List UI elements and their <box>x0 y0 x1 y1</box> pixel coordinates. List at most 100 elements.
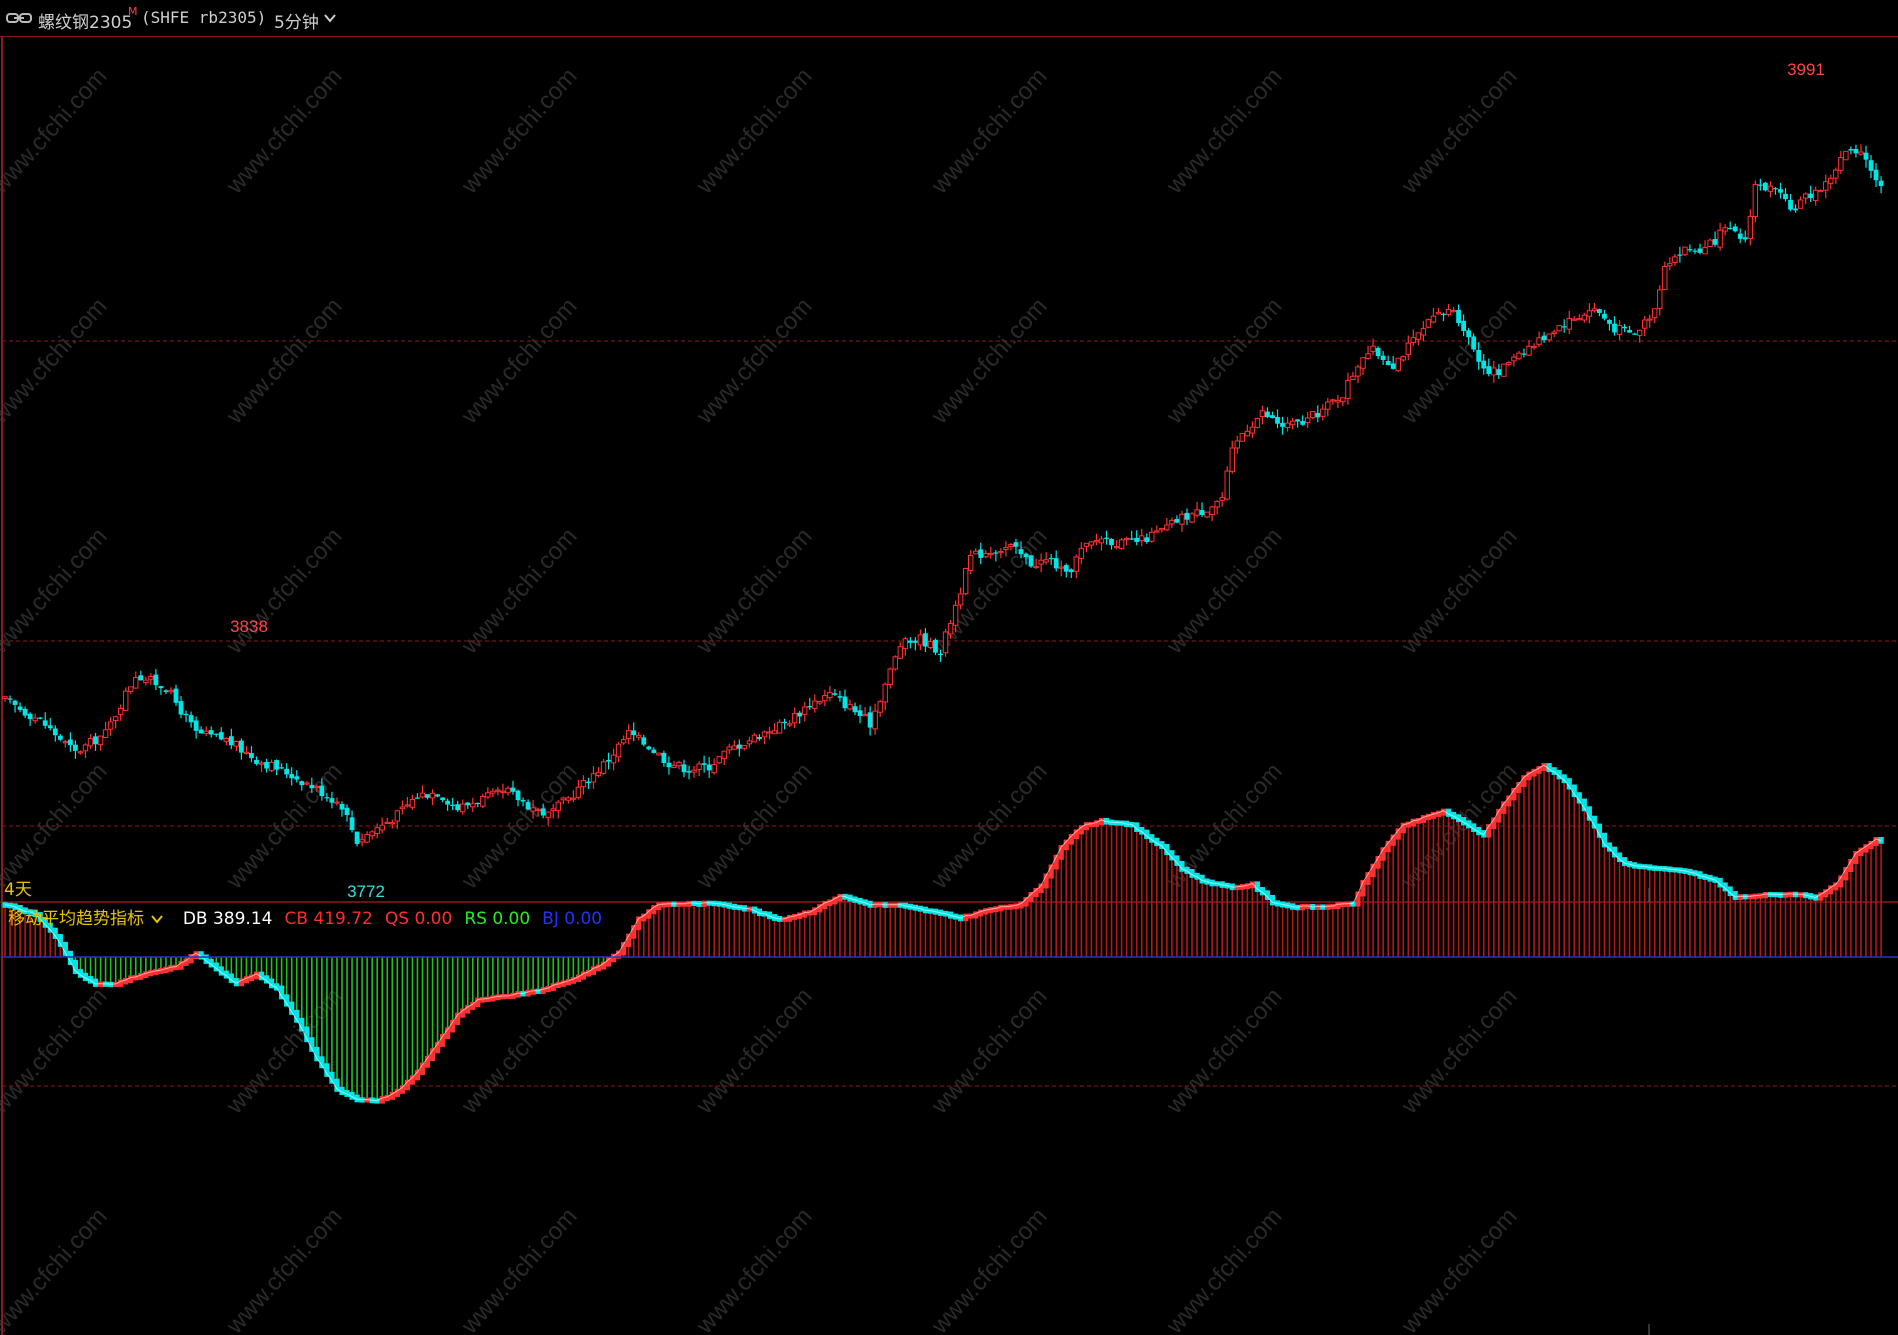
candle[interactable] <box>912 637 918 651</box>
candle[interactable] <box>1073 554 1080 579</box>
candle[interactable] <box>1154 525 1160 533</box>
candle[interactable] <box>475 802 481 808</box>
candle[interactable] <box>1310 411 1316 419</box>
candle[interactable] <box>173 684 179 706</box>
candle[interactable] <box>902 636 909 656</box>
candle[interactable] <box>1561 319 1567 333</box>
candle[interactable] <box>1028 555 1034 568</box>
candle[interactable] <box>1843 150 1849 161</box>
candle[interactable] <box>942 628 949 657</box>
candle[interactable] <box>1134 530 1140 546</box>
candle[interactable] <box>731 740 738 751</box>
candle[interactable] <box>1129 530 1135 541</box>
candle[interactable] <box>1823 174 1829 199</box>
candle[interactable] <box>1385 355 1391 366</box>
candle[interactable] <box>399 800 406 815</box>
candle[interactable] <box>455 800 461 812</box>
candle[interactable] <box>67 732 73 752</box>
candle[interactable] <box>249 746 254 763</box>
candle[interactable] <box>1270 411 1275 419</box>
candle[interactable] <box>590 766 597 789</box>
candle[interactable] <box>143 676 149 686</box>
candle[interactable] <box>1783 188 1788 202</box>
candle[interactable] <box>22 706 28 719</box>
candle[interactable] <box>847 699 853 711</box>
candle[interactable] <box>1425 318 1432 329</box>
candle[interactable] <box>1184 508 1190 526</box>
candle[interactable] <box>148 673 154 685</box>
candle[interactable] <box>254 756 259 766</box>
candle[interactable] <box>600 759 607 775</box>
candle[interactable] <box>1818 189 1824 193</box>
candle[interactable] <box>1123 536 1130 546</box>
candle[interactable] <box>1275 409 1280 429</box>
candle[interactable] <box>1189 512 1195 524</box>
candle[interactable] <box>802 701 808 722</box>
candle[interactable] <box>1254 417 1261 429</box>
candle[interactable] <box>1797 196 1804 209</box>
candle[interactable] <box>1234 435 1240 454</box>
candle[interactable] <box>701 755 707 773</box>
candle[interactable] <box>716 756 722 765</box>
candle[interactable] <box>1526 340 1532 356</box>
candle[interactable] <box>203 726 209 737</box>
candle[interactable] <box>425 794 430 800</box>
candle[interactable] <box>1289 417 1296 430</box>
candle[interactable] <box>1662 261 1668 291</box>
candle[interactable] <box>73 740 78 759</box>
candle[interactable] <box>188 711 194 728</box>
candle[interactable] <box>1118 537 1125 550</box>
candle[interactable] <box>620 735 627 745</box>
candle[interactable] <box>1742 230 1748 243</box>
candle[interactable] <box>741 745 748 751</box>
candle[interactable] <box>1878 176 1884 194</box>
candle[interactable] <box>32 713 38 724</box>
candle[interactable] <box>1038 553 1044 573</box>
candle[interactable] <box>606 752 611 770</box>
candle[interactable] <box>1300 415 1306 426</box>
candle[interactable] <box>1174 515 1180 524</box>
candle[interactable] <box>736 739 742 757</box>
candle[interactable] <box>570 790 577 803</box>
candle[interactable] <box>892 655 898 671</box>
candle[interactable] <box>1672 253 1678 266</box>
candle[interactable] <box>112 715 119 729</box>
candle[interactable] <box>983 550 989 559</box>
candle[interactable] <box>1113 540 1120 550</box>
candle[interactable] <box>1486 358 1492 377</box>
candle[interactable] <box>706 756 712 778</box>
candle[interactable] <box>198 726 204 734</box>
candle[interactable] <box>213 733 219 737</box>
candle[interactable] <box>1410 329 1417 346</box>
candle[interactable] <box>681 759 687 778</box>
candle[interactable] <box>1802 192 1809 205</box>
candle[interactable] <box>485 787 491 800</box>
candle[interactable] <box>364 831 370 844</box>
candle[interactable] <box>1083 542 1090 552</box>
candle[interactable] <box>480 793 486 809</box>
candle[interactable] <box>17 702 23 713</box>
candle[interactable] <box>1088 541 1095 550</box>
candle[interactable] <box>429 789 436 806</box>
candle[interactable] <box>1109 538 1114 550</box>
candle[interactable] <box>404 796 411 808</box>
candle[interactable] <box>440 797 445 803</box>
candle[interactable] <box>857 704 863 724</box>
candle[interactable] <box>445 798 451 811</box>
candle[interactable] <box>817 700 823 706</box>
candle[interactable] <box>153 669 159 691</box>
candle[interactable] <box>12 699 18 713</box>
candle[interactable] <box>656 752 662 756</box>
candle[interactable] <box>168 687 174 695</box>
candle[interactable] <box>465 802 471 809</box>
candle[interactable] <box>1400 355 1406 362</box>
candle[interactable] <box>797 710 803 724</box>
candle[interactable] <box>1295 419 1301 428</box>
chart-area[interactable]: www.cfchi.com www.cfchi.com www.cfchi.com w… <box>0 36 1898 1335</box>
candle[interactable] <box>766 726 773 740</box>
candle[interactable] <box>615 741 622 763</box>
candle[interactable] <box>1687 244 1693 253</box>
candle[interactable] <box>1456 304 1461 327</box>
candle[interactable] <box>495 786 501 796</box>
candle[interactable] <box>1576 314 1582 321</box>
